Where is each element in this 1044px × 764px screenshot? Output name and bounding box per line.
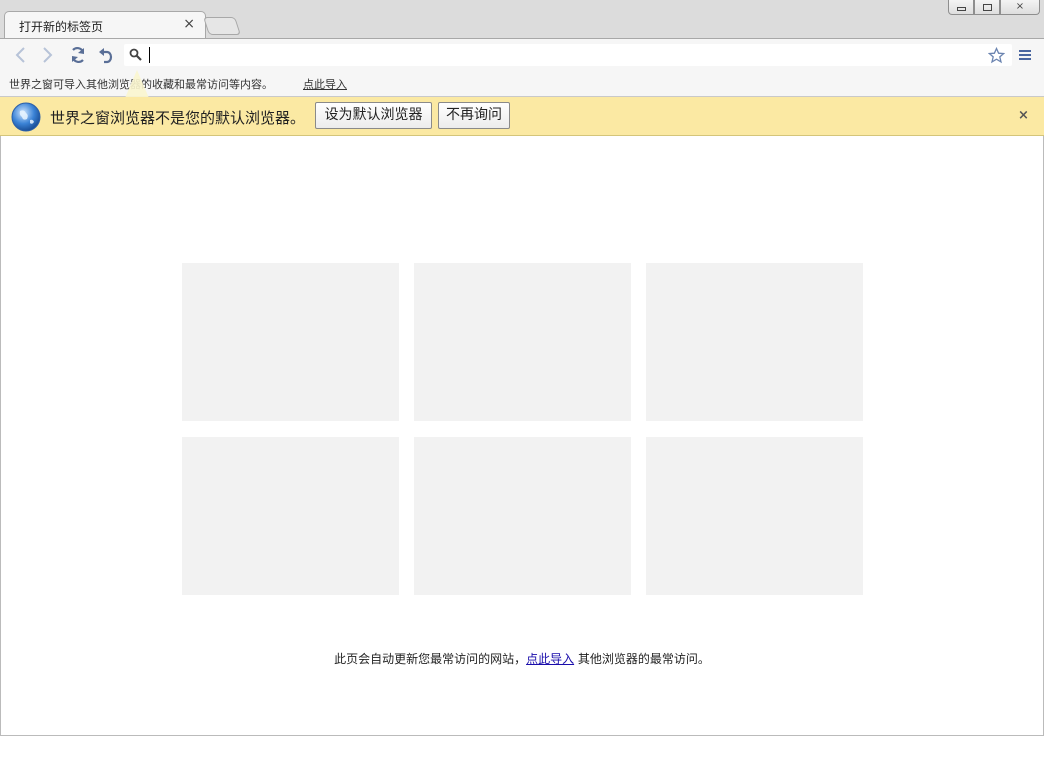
never-ask-button[interactable]: 不再询问 bbox=[438, 102, 510, 129]
most-visited-tile[interactable] bbox=[414, 263, 631, 421]
infobar-close-icon[interactable]: × bbox=[1018, 108, 1029, 123]
menu-button[interactable] bbox=[1014, 45, 1036, 65]
close-icon: × bbox=[1015, 1, 1025, 12]
note-text-after: 其他浏览器的最常访问。 bbox=[574, 652, 710, 666]
chevron-left-icon bbox=[15, 47, 25, 63]
hint-pointer-arrow bbox=[125, 70, 149, 98]
tab-new-tab-page[interactable]: 打开新的标签页 × bbox=[4, 11, 206, 39]
most-visited-tile[interactable] bbox=[182, 263, 399, 421]
new-tab-button[interactable] bbox=[203, 17, 241, 35]
star-icon bbox=[987, 46, 1005, 63]
most-visited-note: 此页会自动更新您最常访问的网站，点此导入 其他浏览器的最常访问。 bbox=[1, 650, 1043, 667]
close-window-button[interactable]: × bbox=[1000, 0, 1040, 15]
import-hint-bar: 世界之窗可导入其他浏览器的收藏和最常访问等内容。 点此导入 bbox=[0, 70, 1044, 97]
undo-icon bbox=[99, 48, 113, 64]
address-input[interactable] bbox=[148, 45, 978, 65]
note-text-before: 此页会自动更新您最常访问的网站， bbox=[334, 652, 527, 666]
text-caret bbox=[149, 47, 150, 63]
hamburger-menu-icon bbox=[1019, 50, 1031, 60]
window-controls: × bbox=[948, 0, 1040, 15]
maximize-button[interactable] bbox=[974, 0, 1000, 15]
reload-button[interactable] bbox=[68, 45, 88, 65]
chevron-right-icon bbox=[43, 47, 53, 63]
import-link[interactable]: 点此导入 bbox=[303, 76, 347, 92]
most-visited-grid bbox=[182, 263, 864, 595]
maximize-icon bbox=[982, 3, 992, 11]
bookmark-star-button[interactable] bbox=[986, 45, 1006, 65]
tab-title: 打开新的标签页 bbox=[19, 20, 104, 34]
default-browser-infobar: 世界之窗浏览器不是您的默认浏览器。 设为默认浏览器 不再询问 × bbox=[0, 97, 1044, 136]
address-bar[interactable] bbox=[124, 44, 1012, 66]
most-visited-tile[interactable] bbox=[646, 263, 863, 421]
minimize-button[interactable] bbox=[948, 0, 974, 15]
note-import-link[interactable]: 点此导入 bbox=[526, 652, 574, 666]
set-default-browser-button[interactable]: 设为默认浏览器 bbox=[315, 102, 432, 129]
most-visited-tile[interactable] bbox=[414, 437, 631, 595]
forward-button[interactable] bbox=[38, 45, 58, 65]
reload-icon bbox=[71, 47, 85, 63]
tab-strip: 打开新的标签页 × × bbox=[0, 0, 1044, 39]
most-visited-tile[interactable] bbox=[182, 437, 399, 595]
search-icon bbox=[129, 48, 142, 61]
tab-close-icon[interactable]: × bbox=[183, 16, 195, 32]
globe-icon bbox=[11, 102, 41, 132]
new-tab-page-content: 此页会自动更新您最常访问的网站，点此导入 其他浏览器的最常访问。 bbox=[0, 136, 1044, 736]
most-visited-tile[interactable] bbox=[646, 437, 863, 595]
back-button[interactable] bbox=[10, 45, 30, 65]
infobar-message: 世界之窗浏览器不是您的默认浏览器。 bbox=[50, 109, 306, 127]
minimize-icon bbox=[956, 7, 966, 11]
undo-button[interactable] bbox=[96, 45, 116, 65]
toolbar bbox=[0, 38, 1044, 70]
